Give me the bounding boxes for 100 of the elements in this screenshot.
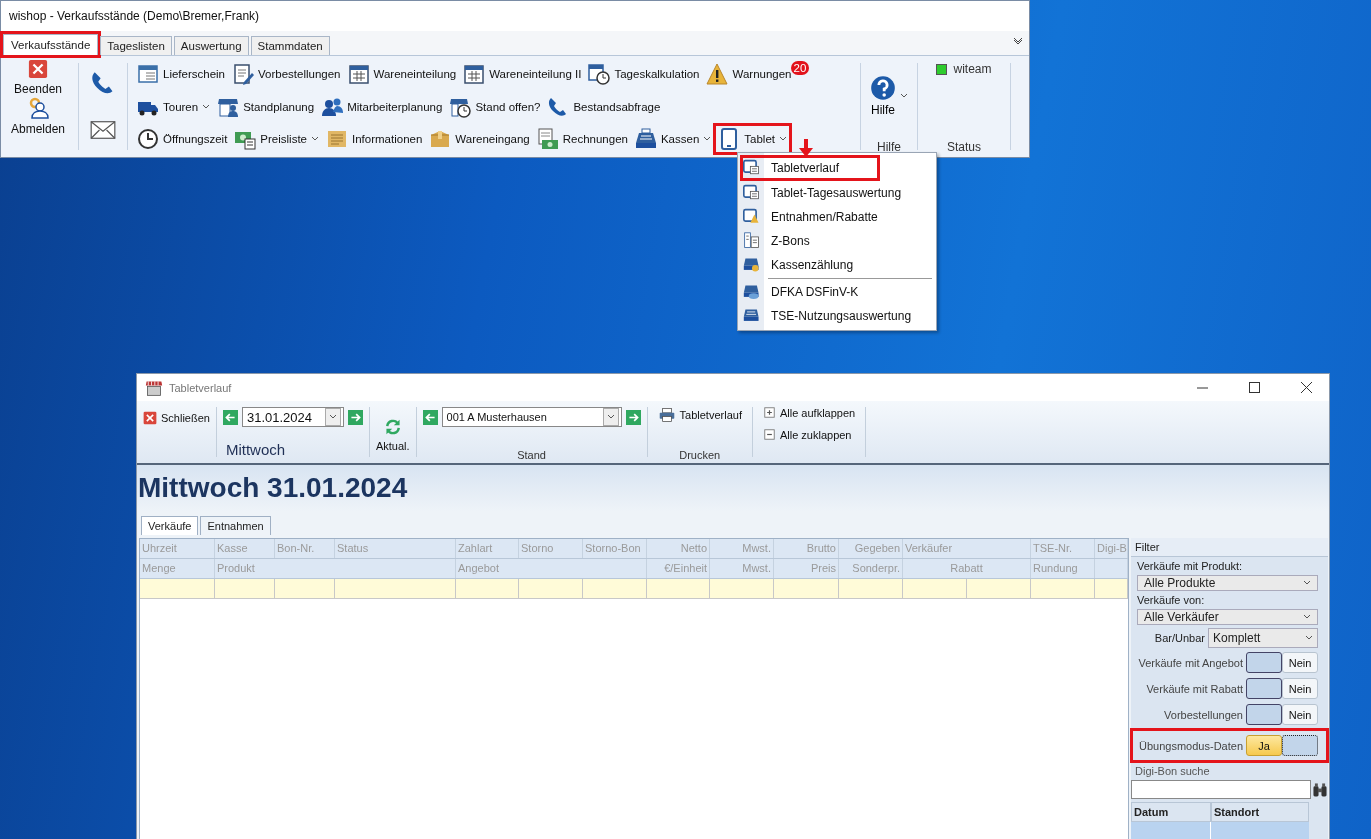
page-heading: Mittwoch 31.01.2024	[138, 472, 408, 504]
ribbon-tab[interactable]: Stammdaten	[250, 36, 330, 55]
ribbon-button[interactable]: Kassen	[632, 126, 714, 152]
ribbon-button[interactable]: Preisliste	[232, 126, 321, 152]
window-title: wishop - Verkaufsstände (Demo\Bremer,Frank)	[9, 9, 260, 23]
receipts-icon	[743, 232, 761, 250]
seller-select[interactable]: Alle Verkäufer	[1137, 609, 1318, 625]
menu-item[interactable]: Z-Bons	[740, 229, 934, 253]
toggle-label: Verkäufe mit Angebot	[1138, 656, 1243, 669]
column-header[interactable]: Standort	[1211, 802, 1309, 822]
ribbon-button[interactable]: Lieferschein	[135, 61, 227, 87]
arrow-right-icon	[625, 409, 641, 425]
ribbon-tab[interactable]: Auswertung	[173, 36, 249, 55]
group-label: Status	[947, 140, 981, 154]
caret-icon	[1305, 635, 1313, 641]
package-icon	[429, 128, 452, 150]
menu-item[interactable]: Tablet-Tagesauswertung	[740, 181, 934, 205]
collapse-all-button[interactable]: Alle zuklappen	[762, 428, 856, 441]
caret-icon	[328, 414, 337, 420]
clock-icon	[137, 128, 159, 150]
ribbon-button[interactable]: Wareneinteilung II	[461, 61, 584, 87]
ribbon-button[interactable]: Rechnungen	[534, 126, 630, 152]
warning-icon	[706, 63, 729, 85]
table-icon	[463, 63, 486, 85]
notes-icon	[326, 128, 348, 150]
register-coins-icon	[743, 256, 761, 274]
logout-button[interactable]: Abmelden	[10, 97, 65, 136]
panel-title: Filter	[1135, 541, 1160, 553]
ribbon-button[interactable]: Mitarbeiterplanung	[319, 93, 445, 120]
collapse-icon	[762, 428, 776, 441]
caret-icon	[703, 136, 712, 142]
ribbon-button[interactable]: Informationen	[324, 126, 425, 152]
menu-item[interactable]: Kassenzählung	[740, 253, 934, 277]
tab[interactable]: Verkäufe	[141, 516, 199, 535]
binoculars-icon	[1312, 781, 1328, 798]
ribbon-button[interactable]: Tageskalkulation	[586, 61, 702, 87]
ribbon-tab[interactable]: Verkaufsstände	[3, 34, 99, 55]
group-label: Drucken	[678, 449, 722, 461]
register-cloud-icon	[743, 283, 761, 301]
caret-icon	[779, 136, 787, 142]
calendar-clock-icon	[588, 63, 611, 85]
close-icon[interactable]	[1300, 382, 1312, 393]
count-badge: 20	[790, 61, 810, 75]
stand-select[interactable]: 001 A Musterhausen	[441, 407, 622, 427]
invoice-icon	[536, 128, 559, 150]
ribbon-button[interactable]: Standplanung	[215, 93, 317, 120]
edit-document-icon	[232, 63, 254, 85]
maximize-icon[interactable]	[1248, 382, 1260, 393]
close-icon	[143, 411, 157, 425]
ribbon-tab[interactable]: Tageslisten	[100, 36, 172, 55]
menu-warning-icon	[743, 208, 761, 226]
product-select[interactable]: Alle Produkte	[1137, 575, 1318, 591]
refresh-icon	[383, 418, 402, 436]
toggle-label: Vorbestellungen	[1164, 708, 1243, 721]
menu-doc-icon	[743, 184, 761, 202]
toggle-label: Übungsmodus-Daten	[1139, 739, 1243, 752]
payment-select[interactable]: Komplett	[1208, 628, 1318, 648]
menu-item[interactable]: TSE-Nutzungsauswertung	[740, 304, 934, 328]
arrow-right-icon	[347, 409, 363, 425]
ribbon-button[interactable]: Stand offen?	[447, 93, 543, 120]
ribbon-collapse-icon[interactable]	[1013, 37, 1023, 46]
caret-icon	[202, 103, 211, 110]
quit-button[interactable]: Beenden	[13, 59, 62, 96]
expand-all-button[interactable]: Alle aufklappen	[762, 406, 856, 419]
help-button[interactable]: Hilfe	[864, 59, 914, 118]
ribbon-button[interactable]: Tablet	[716, 126, 789, 152]
ribbon-button[interactable]: Wareneinteilung	[345, 61, 459, 87]
refresh-button[interactable]: Aktual.	[375, 418, 410, 452]
print-button[interactable]: Tabletverlauf	[657, 407, 742, 423]
menu-item[interactable]: Entnahmen/Rabatte	[740, 205, 934, 229]
user-key-icon	[27, 97, 49, 119]
toggle-label: Verkäufe mit Rabatt	[1146, 682, 1243, 695]
menu-item[interactable]: DFKA DSFinV-K	[740, 280, 934, 304]
field-label: Bar/Unbar	[1154, 632, 1205, 644]
table-icon	[347, 63, 370, 85]
arrow-left-icon	[422, 409, 438, 425]
field-label: Verkäufe von:	[1136, 594, 1206, 606]
caret-icon	[900, 93, 908, 99]
column-header[interactable]: Datum	[1131, 802, 1211, 822]
date-picker[interactable]: 31.01.2024	[241, 407, 344, 427]
close-button[interactable]: Schließen	[143, 411, 210, 425]
ribbon-button[interactable]: Vorbestellungen	[230, 61, 343, 87]
group-label: Stand	[516, 449, 547, 461]
weekday-label: Mittwoch	[224, 441, 287, 458]
menu-item[interactable]: Tabletverlauf	[740, 155, 880, 181]
ribbon-button[interactable]: Öffnungszeit	[135, 126, 230, 152]
search-field[interactable]	[1131, 780, 1311, 799]
ribbon-button[interactable]: Wareneingang	[427, 126, 532, 152]
tab[interactable]: Entnahmen	[200, 516, 271, 535]
ribbon-button[interactable]: Bestandsabfrage	[545, 93, 663, 120]
help-icon	[870, 75, 896, 101]
arrow-left-icon	[222, 409, 238, 425]
field-label: Digi-Bon suche	[1134, 765, 1211, 777]
close-icon	[28, 59, 48, 79]
user-name: witeam	[953, 62, 992, 76]
window-title: Tabletverlauf	[169, 381, 232, 394]
ribbon-button[interactable]: Touren	[135, 93, 213, 120]
menu-doc-icon	[743, 159, 761, 177]
store-window-icon	[145, 378, 163, 397]
expand-icon	[762, 406, 776, 419]
